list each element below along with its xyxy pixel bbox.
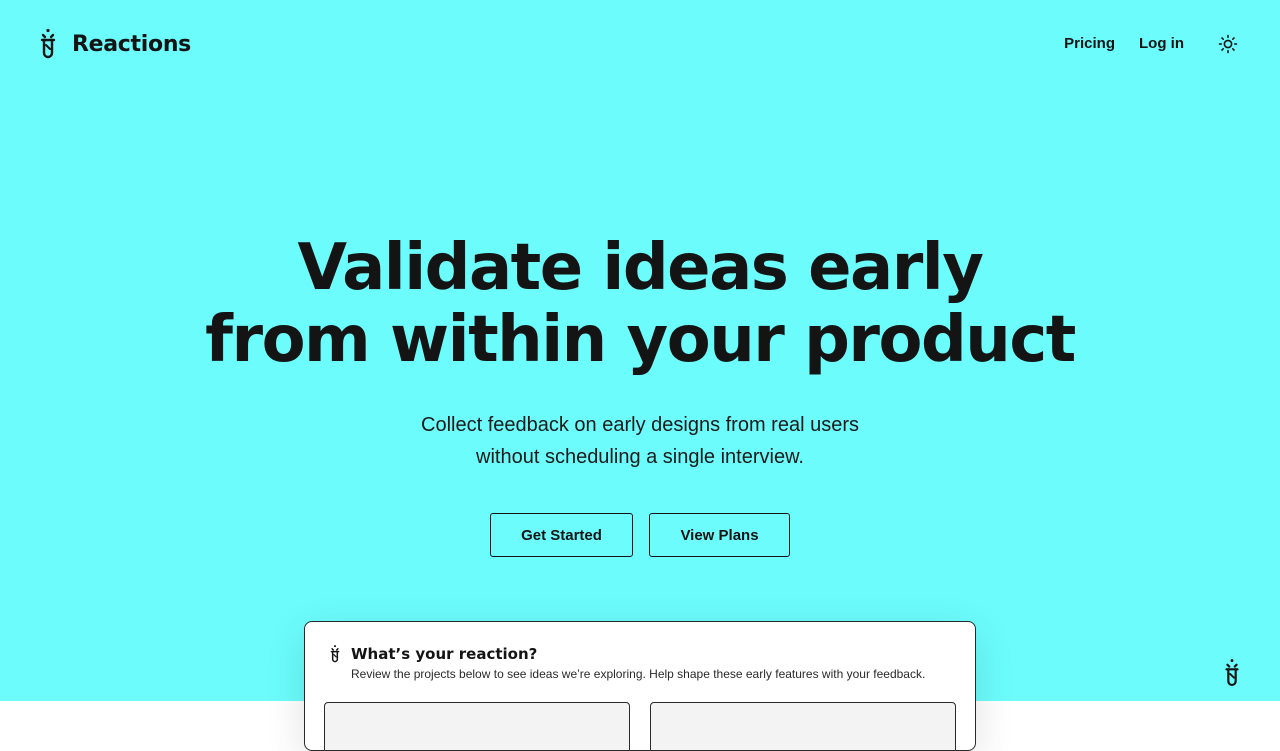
- get-started-button[interactable]: Get Started: [490, 513, 633, 557]
- hero-subheadline: Collect feedback on early designs from r…: [0, 409, 1280, 473]
- view-plans-button[interactable]: View Plans: [649, 513, 790, 557]
- hero-subheadline-line-2: without scheduling a single interview.: [476, 446, 804, 468]
- hero-subheadline-line-1: Collect feedback on early designs from r…: [421, 414, 859, 436]
- project-card[interactable]: [650, 702, 956, 750]
- flask-tube-icon: [36, 28, 60, 60]
- widget-launcher-button[interactable]: [1221, 657, 1243, 689]
- hero-headline-line-2: from within your product: [205, 303, 1076, 377]
- theme-toggle-button[interactable]: [1216, 30, 1240, 58]
- flask-tube-icon: [328, 644, 342, 664]
- flask-tube-icon: [1225, 659, 1239, 686]
- sun-icon: [1218, 34, 1238, 54]
- nav-link-pricing[interactable]: Pricing: [1064, 30, 1115, 58]
- widget-description: Review the projects below to see ideas w…: [351, 667, 926, 681]
- nav-link-login[interactable]: Log in: [1139, 30, 1184, 58]
- brand-logo[interactable]: Reactions: [36, 28, 191, 60]
- hero-headline-line-1: Validate ideas early: [297, 231, 984, 305]
- reaction-widget-card: What’s your reaction? Review the project…: [304, 621, 976, 751]
- top-nav: Pricing Log in: [1064, 30, 1240, 58]
- project-card[interactable]: [324, 702, 630, 750]
- hero-headline: Validate ideas early from within your pr…: [0, 232, 1280, 376]
- brand-name: Reactions: [72, 31, 191, 57]
- hero-section: Reactions Pricing Log in Validate ideas …: [0, 0, 1280, 701]
- widget-title: What’s your reaction?: [351, 645, 538, 663]
- hero-cta-group: Get Started View Plans: [0, 513, 1280, 557]
